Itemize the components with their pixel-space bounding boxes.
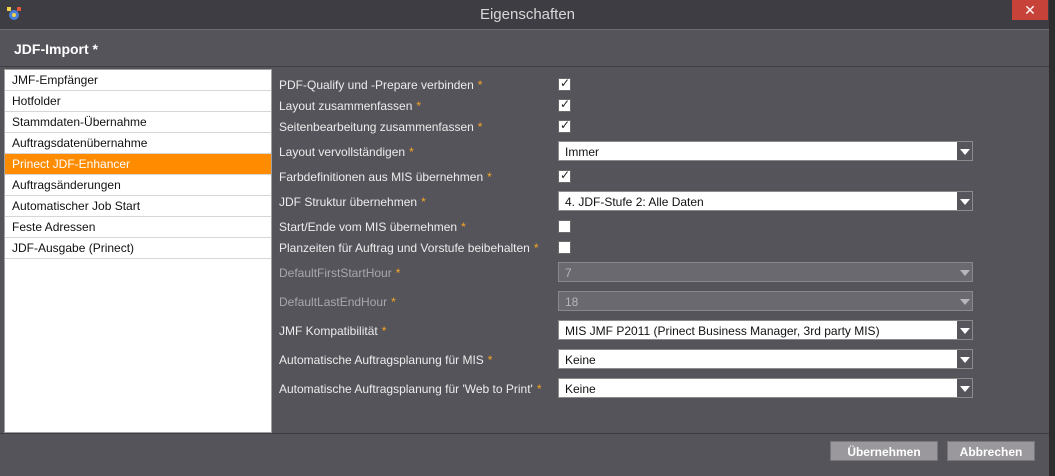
- select-value: Keine: [565, 353, 596, 367]
- checkmark-icon: ✓: [560, 76, 571, 90]
- title-bar: Eigenschaften ✕: [0, 0, 1055, 29]
- row-label: JDF Struktur übernehmen *: [279, 195, 426, 209]
- chevron-down-icon[interactable]: [957, 142, 972, 160]
- nav-item-feste-adressen[interactable]: Feste Adressen: [5, 217, 271, 238]
- nav-item-job-start[interactable]: Automatischer Job Start: [5, 196, 271, 217]
- select-value: Immer: [565, 145, 599, 159]
- section-header: JDF-Import *: [0, 29, 1049, 67]
- select-value: 4. JDF-Stufe 2: Alle Daten: [565, 195, 704, 209]
- row-label: Seitenbearbeitung zusammenfassen *: [279, 120, 483, 134]
- row-label: Layout vervollständigen *: [279, 145, 414, 159]
- nav-item-hotfolder[interactable]: Hotfolder: [5, 91, 271, 112]
- chevron-down-icon[interactable]: [957, 321, 972, 339]
- chevron-down-icon: [957, 263, 972, 281]
- close-icon: ✕: [1024, 2, 1036, 18]
- nav-item-jmf-empfaenger[interactable]: JMF-Empfänger: [5, 70, 271, 91]
- jmf-compat-select[interactable]: MIS JMF P2011 (Prinect Business Manager,…: [558, 320, 973, 340]
- nav-item-stammdaten[interactable]: Stammdaten-Übernahme: [5, 112, 271, 133]
- row-label: Planzeiten für Auftrag und Vorstufe beib…: [279, 241, 539, 255]
- row-label: Automatische Auftragsplanung für MIS *: [279, 353, 493, 367]
- row-label: DefaultFirstStartHour *: [279, 266, 401, 280]
- chevron-down-icon[interactable]: [957, 192, 972, 210]
- chevron-down-icon: [957, 292, 972, 310]
- row-label: Start/Ende vom MIS übernehmen *: [279, 220, 466, 234]
- cancel-button[interactable]: Abbrechen: [947, 441, 1035, 461]
- row-label: DefaultLastEndHour *: [279, 295, 396, 309]
- checkbox[interactable]: [558, 220, 571, 233]
- checkbox[interactable]: [558, 241, 571, 254]
- row-label: Layout zusammenfassen *: [279, 99, 422, 113]
- nav-item-auftragsaenderungen[interactable]: Auftragsänderungen: [5, 175, 271, 196]
- footer-divider: [0, 433, 1049, 434]
- select-value: 18: [565, 295, 579, 309]
- web-to-print-planning-select[interactable]: Keine: [558, 378, 973, 398]
- apply-button[interactable]: Übernehmen: [830, 441, 938, 461]
- nav-item-jdf-enhancer[interactable]: Prinect JDF-Enhancer: [5, 154, 271, 175]
- first-start-hour-select: 7: [558, 262, 973, 282]
- window-title: Eigenschaften: [479, 6, 576, 23]
- checkbox[interactable]: ✓: [558, 168, 571, 183]
- checkbox[interactable]: ✓: [558, 76, 571, 91]
- checkmark-icon: ✓: [560, 168, 571, 182]
- chevron-down-icon[interactable]: [957, 379, 972, 397]
- last-end-hour-select: 18: [558, 291, 973, 311]
- row-label: Automatische Auftragsplanung für 'Web to…: [279, 382, 542, 396]
- chevron-down-icon[interactable]: [957, 350, 972, 368]
- category-list: JMF-Empfänger Hotfolder Stammdaten-Übern…: [4, 69, 272, 433]
- close-button[interactable]: ✕: [1012, 0, 1048, 20]
- select-value: 7: [565, 266, 572, 280]
- row-label: Farbdefinitionen aus MIS übernehmen *: [279, 170, 492, 184]
- row-label: JMF Kompatibilität *: [279, 324, 387, 338]
- checkbox[interactable]: ✓: [558, 97, 571, 112]
- select-value: MIS JMF P2011 (Prinect Business Manager,…: [565, 324, 880, 338]
- layout-complete-select[interactable]: Immer: [558, 141, 973, 161]
- mis-planning-select[interactable]: Keine: [558, 349, 973, 369]
- checkmark-icon: ✓: [560, 118, 571, 132]
- window-edge: [1049, 0, 1055, 476]
- nav-item-auftragsdaten[interactable]: Auftragsdatenübernahme: [5, 133, 271, 154]
- nav-item-jdf-ausgabe[interactable]: JDF-Ausgabe (Prinect): [5, 238, 271, 259]
- row-label: PDF-Qualify und -Prepare verbinden *: [279, 78, 483, 92]
- select-value: Keine: [565, 382, 596, 396]
- settings-form: PDF-Qualify und -Prepare verbinden * ✓ La…: [272, 69, 1049, 433]
- checkbox[interactable]: ✓: [558, 118, 571, 133]
- jdf-structure-select[interactable]: 4. JDF-Stufe 2: Alle Daten: [558, 191, 973, 211]
- checkmark-icon: ✓: [560, 97, 571, 111]
- section-title: JDF-Import *: [14, 41, 98, 57]
